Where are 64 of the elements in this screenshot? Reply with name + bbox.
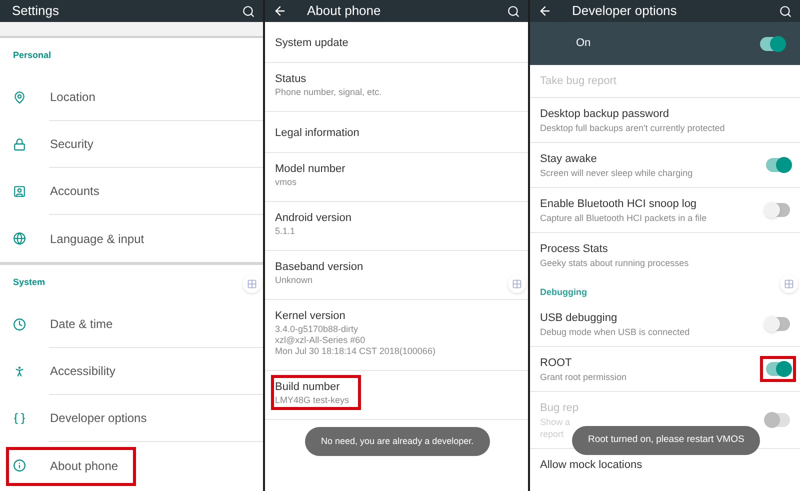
item-title[interactable]: Enable Bluetooth HCI snoop log	[540, 196, 697, 212]
item-title[interactable]: System update	[275, 35, 348, 51]
item-title[interactable]: Baseband version	[275, 259, 364, 275]
item-title[interactable]: ROOT	[540, 355, 572, 371]
item-summary: 3.4.0-g5170b88-dirty	[275, 324, 358, 335]
settings-item[interactable]: Accessibility	[49, 362, 116, 380]
settings-item[interactable]: About phone	[49, 456, 120, 474]
contact-card-icon	[13, 185, 26, 198]
item-summary: Geeky stats about running processes	[540, 257, 689, 269]
item-title[interactable]: Stay awake	[540, 151, 597, 167]
item-summary: Desktop full backups aren't currently protected	[540, 122, 725, 134]
item-summary: 5.1.1	[275, 226, 296, 237]
settings-item[interactable]: Security	[49, 135, 94, 153]
toggle-switch[interactable]	[766, 158, 790, 172]
info-icon	[13, 459, 26, 472]
settings-item[interactable]: Location	[49, 88, 96, 106]
globe-icon	[13, 232, 26, 245]
toast-message: Root turned on, please restart VMOS	[572, 426, 760, 455]
search-icon[interactable]	[507, 4, 520, 18]
lock-icon	[13, 138, 26, 151]
toggle-switch[interactable]	[766, 317, 790, 331]
map-pin-icon	[13, 91, 26, 104]
master-switch-label: On	[576, 36, 591, 52]
item-summary: Screen will never sleep while charging	[540, 167, 693, 179]
settings-item[interactable]: Date & time	[49, 315, 114, 333]
item-title[interactable]: Desktop backup password	[540, 106, 670, 122]
braces-icon	[13, 412, 26, 425]
item-summary: Mon Jul 30 18:18:14 CST 2018(100066)	[275, 346, 436, 357]
item-summary: Phone number, signal, etc.	[275, 87, 382, 98]
search-icon[interactable]	[779, 4, 792, 18]
item-summary: Grant root permission	[540, 371, 627, 383]
section-header: System	[13, 276, 46, 290]
back-icon[interactable]	[538, 4, 552, 18]
screen-title: Developer options	[572, 2, 677, 20]
item-summary: Capture all Bluetooth HCI packets in a file	[540, 212, 707, 224]
item-summary: xzl@xzl-All-Series #60	[275, 335, 366, 346]
item-summary: vmos	[275, 177, 297, 188]
toggle-switch[interactable]	[766, 362, 790, 376]
search-icon[interactable]	[242, 4, 255, 18]
settings-item[interactable]: Accounts	[49, 182, 100, 200]
screen-title: About phone	[307, 2, 381, 20]
screen-title: Settings	[12, 2, 59, 20]
item-summary: Debug mode when USB is connected	[540, 326, 690, 338]
item-title[interactable]: Process Stats	[540, 241, 608, 257]
item-title[interactable]: USB debugging	[540, 310, 618, 326]
item-title[interactable]: Model number	[275, 161, 346, 177]
item-title[interactable]: Allow mock locations	[540, 457, 642, 473]
item-title[interactable]: Status	[275, 71, 306, 87]
clock-icon	[13, 318, 26, 331]
person-icon	[13, 365, 26, 378]
back-icon[interactable]	[273, 4, 287, 18]
item-title[interactable]: Legal information	[275, 125, 360, 141]
toast-message: No need, you are already a developer.	[305, 427, 490, 456]
item-summary: LMY48G test-keys	[275, 395, 350, 406]
item-title[interactable]: Android version	[275, 210, 352, 226]
item-summary: Unknown	[275, 275, 313, 286]
toggle-switch[interactable]	[766, 203, 790, 217]
section-header: Personal	[13, 49, 52, 62]
item-title[interactable]: Kernel version	[275, 308, 346, 324]
toggle-switch[interactable]	[760, 36, 784, 50]
settings-item[interactable]: Language & input	[49, 230, 146, 248]
settings-item[interactable]: Developer options	[49, 409, 148, 427]
item-title[interactable]: Build number	[275, 379, 340, 395]
section-header: Debugging	[540, 286, 587, 299]
